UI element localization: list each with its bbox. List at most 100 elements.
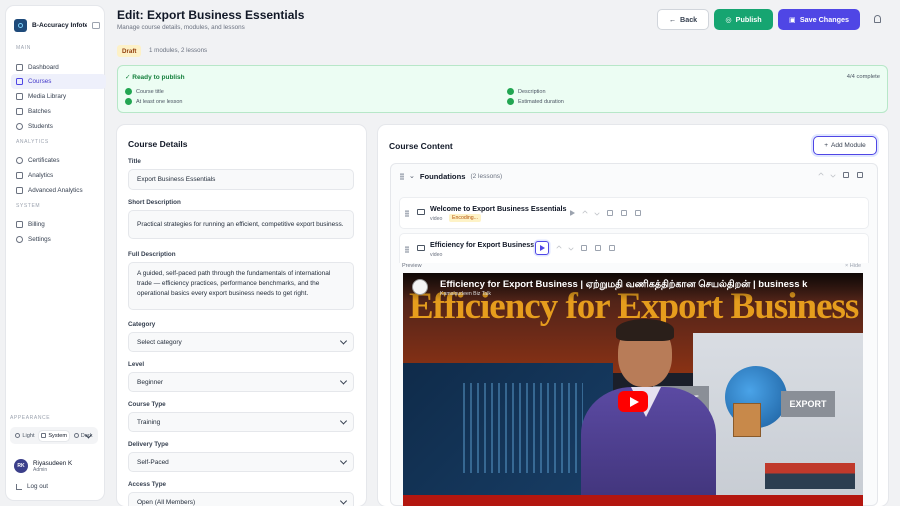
book-icon (16, 78, 23, 85)
sidebar-item-media-library[interactable]: Media Library (11, 89, 106, 104)
level-select[interactable]: Beginner (128, 372, 354, 392)
save-button[interactable]: ▣ Save Changes (778, 9, 860, 30)
lesson-title: Efficiency for Export Business (430, 240, 535, 249)
move-down-icon[interactable] (830, 172, 836, 178)
title-input[interactable]: Export Business Essentials (128, 169, 354, 190)
check-label: Estimated duration (518, 98, 564, 105)
lesson-row[interactable]: Welcome to Export Business Essentials vi… (399, 197, 869, 229)
drag-handle-icon[interactable] (405, 246, 409, 253)
ready-title: ✓ Ready to publish (125, 74, 185, 81)
sidebar-toggle-icon[interactable] (92, 21, 100, 29)
play-icon[interactable] (570, 210, 575, 216)
sidebar-item-analytics[interactable]: Analytics (11, 168, 106, 183)
check-label: Course title (136, 88, 164, 95)
chevron-down-icon[interactable]: ⌄ (409, 172, 415, 180)
lesson-title: Welcome to Export Business Essentials (430, 204, 567, 213)
sidebar-item-courses[interactable]: Courses (11, 74, 106, 89)
user-profile[interactable]: RK Riyasudeen K Admin (14, 459, 72, 473)
eye-off-icon[interactable] (621, 210, 627, 216)
trash-icon[interactable] (857, 172, 863, 178)
sidebar-item-dashboard[interactable]: Dashboard (11, 60, 106, 75)
trash-icon[interactable] (635, 210, 641, 216)
check-item: Estimated duration (507, 98, 564, 105)
back-button[interactable]: ← Back (657, 9, 709, 30)
edit-icon[interactable] (843, 172, 849, 178)
brand[interactable]: B-Accuracy Infote... (14, 14, 100, 36)
access-type-select[interactable]: Open (All Members) (128, 492, 354, 506)
check-circle-icon (125, 88, 132, 95)
theme-switcher: Light System Dark (10, 427, 98, 444)
appearance-label: APPEARANCE (10, 415, 51, 421)
module-header[interactable]: ⌄ Foundations (2 lessons) (391, 164, 877, 188)
sun-icon (15, 433, 21, 438)
play-preview-button[interactable] (535, 241, 549, 255)
preview-label: Preview (402, 263, 422, 269)
back-label: Back (680, 15, 698, 24)
gear-icon (16, 236, 23, 243)
move-down-icon[interactable] (568, 245, 574, 251)
sidebar-item-batches[interactable]: Batches (11, 104, 106, 119)
course-type-select[interactable]: Training (128, 412, 354, 432)
dashboard-icon (16, 64, 23, 71)
delivery-type-label: Delivery Type (128, 441, 169, 448)
delivery-type-select[interactable]: Self-Paced (128, 452, 354, 472)
presenter-hair (616, 319, 674, 341)
youtube-play-button[interactable] (618, 391, 648, 412)
move-up-icon[interactable] (582, 210, 588, 216)
sidebar-item-advanced-analytics[interactable]: Advanced Analytics (11, 183, 106, 198)
move-up-icon[interactable] (556, 245, 562, 251)
hide-preview-button[interactable]: × Hide (845, 263, 861, 269)
theme-system-option[interactable]: System (39, 430, 69, 441)
users-icon (16, 123, 23, 130)
section-label-main: MAIN (16, 45, 31, 51)
module-lesson-count: (2 lessons) (470, 172, 503, 180)
trash-icon[interactable] (609, 245, 615, 251)
video-title[interactable]: Efficiency for Export Business | ஏற்றுமத… (440, 279, 860, 291)
full-description-textarea[interactable]: A guided, self-paced path through the fu… (128, 262, 354, 310)
video-player[interactable]: Efficiency for Export Business IMPORT EX… (403, 273, 863, 506)
sidebar-item-label: Settings (28, 236, 51, 243)
sidebar-item-billing[interactable]: Billing (11, 217, 106, 232)
logout-button[interactable]: Log out (16, 483, 48, 490)
edit-icon[interactable] (607, 210, 613, 216)
ship-graphic (765, 463, 855, 489)
eye-off-icon[interactable] (595, 245, 601, 251)
short-description-input[interactable]: Practical strategies for running an effi… (128, 210, 354, 239)
move-up-icon[interactable] (818, 172, 824, 178)
drag-handle-icon[interactable] (400, 172, 404, 180)
move-down-icon[interactable] (594, 210, 600, 216)
lesson-type: video (430, 252, 443, 258)
publish-readiness-card: ✓ Ready to publish 4/4 complete Course t… (117, 65, 888, 113)
edit-icon[interactable] (581, 245, 587, 251)
save-label: Save Changes (799, 15, 849, 24)
thumbnail-red-strip (403, 495, 863, 506)
category-select[interactable]: Select category (128, 332, 354, 352)
drag-handle-icon[interactable] (405, 210, 409, 217)
boxes-graphic (733, 403, 761, 437)
sidebar-item-students[interactable]: Students (11, 119, 106, 134)
section-label-analytics: ANALYTICS (16, 139, 49, 145)
hide-label: Hide (849, 263, 862, 269)
user-name: Riyasudeen K (33, 459, 73, 467)
lesson-type: video (430, 216, 443, 222)
award-icon (16, 157, 23, 164)
theme-light-label: Light (22, 432, 35, 439)
notifications-button[interactable] (871, 13, 883, 25)
sidebar-item-label: Billing (28, 221, 45, 228)
save-icon: ▣ (789, 15, 796, 24)
sidebar-item-certificates[interactable]: Certificates (11, 153, 106, 168)
sidebar-item-settings[interactable]: Settings (11, 232, 106, 247)
channel-avatar[interactable] (412, 279, 428, 295)
theme-light-option[interactable]: Light (13, 431, 36, 441)
trending-up-icon (16, 187, 23, 194)
add-module-button[interactable]: + Add Module (813, 136, 877, 155)
video-icon (16, 93, 23, 100)
page-subtitle: Manage course details, modules, and less… (117, 24, 245, 31)
lesson-row-active[interactable]: Efficiency for Export Business video (399, 233, 869, 263)
arrow-left-icon: ← (668, 15, 676, 24)
globe-icon: ◎ (725, 15, 732, 24)
channel-name[interactable]: Kamalsudeen Biz Talk (440, 291, 491, 297)
publish-button[interactable]: ◎ Publish (714, 9, 773, 30)
check-circle-icon (125, 98, 132, 105)
export-label: EXPORT (781, 391, 835, 417)
